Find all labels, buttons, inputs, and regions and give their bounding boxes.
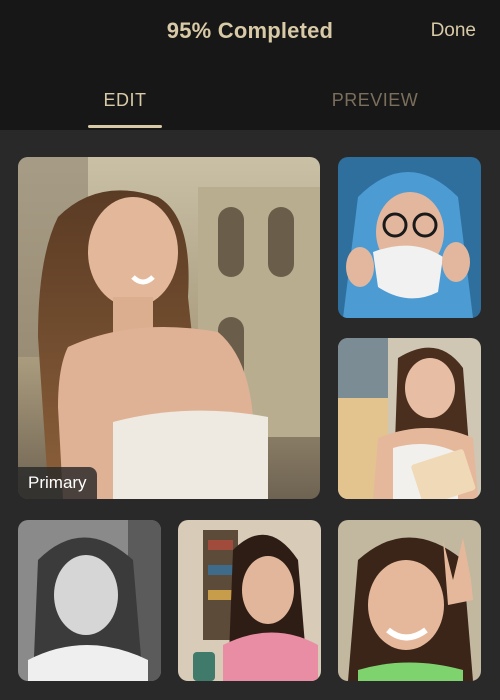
photo-image bbox=[18, 157, 320, 499]
photo-slot-3[interactable] bbox=[338, 338, 481, 499]
active-tab-indicator bbox=[88, 125, 162, 128]
photo-slot-primary[interactable]: Primary bbox=[18, 157, 320, 499]
photo-slot-6[interactable] bbox=[338, 520, 481, 681]
photo-slot-5[interactable] bbox=[178, 520, 321, 681]
photo-image bbox=[18, 520, 161, 681]
photo-image bbox=[338, 520, 481, 681]
primary-badge: Primary bbox=[18, 467, 97, 499]
done-button[interactable]: Done bbox=[431, 20, 476, 42]
progress-title: 95% Completed bbox=[166, 18, 334, 43]
tab-edit[interactable]: EDIT bbox=[55, 90, 195, 111]
photo-image bbox=[338, 157, 481, 318]
photo-image bbox=[338, 338, 481, 499]
photo-slot-4[interactable] bbox=[18, 520, 161, 681]
photo-slot-2[interactable] bbox=[338, 157, 481, 318]
photo-image bbox=[178, 520, 321, 681]
tab-preview[interactable]: PREVIEW bbox=[305, 90, 445, 111]
top-bar: 95% Completed Done EDIT PREVIEW bbox=[0, 0, 500, 130]
